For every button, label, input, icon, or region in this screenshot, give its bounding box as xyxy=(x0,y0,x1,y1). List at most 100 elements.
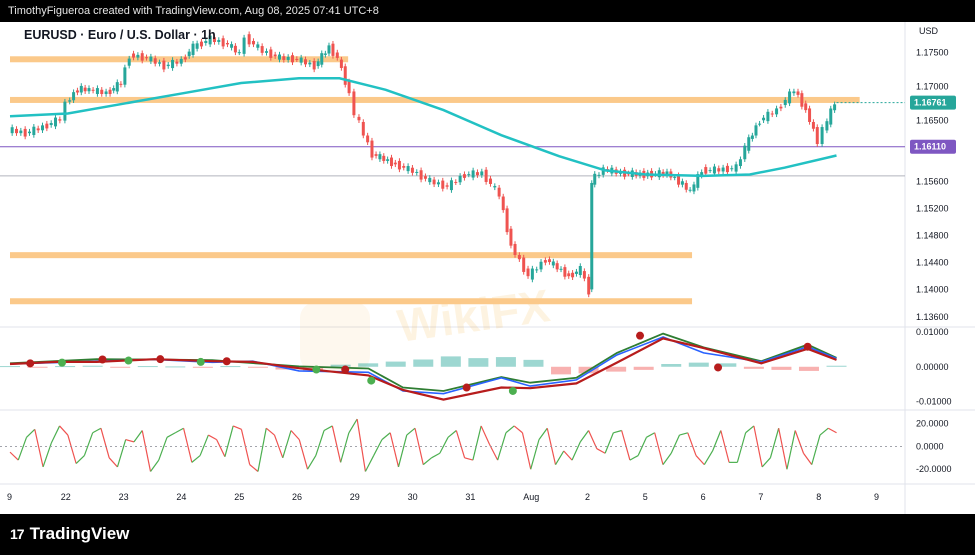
candle-body xyxy=(63,101,67,121)
candle-body xyxy=(347,81,351,94)
macd-histogram-bar xyxy=(137,366,158,368)
candle-body xyxy=(501,196,505,211)
candle-body xyxy=(195,43,199,49)
macd-histogram-bar xyxy=(743,366,764,369)
candle-body xyxy=(415,171,419,173)
candle-body xyxy=(87,88,91,92)
time-tick-label: 31 xyxy=(465,492,475,502)
candle-body xyxy=(762,117,766,121)
candle-body xyxy=(811,121,815,129)
candle-body xyxy=(28,131,32,134)
candle-body xyxy=(260,46,264,53)
time-tick-label: 6 xyxy=(701,492,706,502)
candle-body xyxy=(559,268,563,270)
candle-body xyxy=(712,166,716,174)
time-tick-label: 5 xyxy=(643,492,648,502)
time-tick-label: 8 xyxy=(816,492,821,502)
candle-body xyxy=(171,59,175,69)
candle-body xyxy=(754,125,758,136)
candle-body xyxy=(299,57,303,63)
candle-body xyxy=(829,108,833,125)
tradingview-logo[interactable]: 17 TradingView xyxy=(10,524,129,544)
macd-cross-marker xyxy=(26,359,35,368)
candle-body xyxy=(692,184,696,192)
time-tick-label: 9 xyxy=(874,492,879,502)
candle-body xyxy=(304,59,308,65)
candle-body xyxy=(493,186,497,188)
macd-histogram-bar xyxy=(798,366,819,371)
candle-body xyxy=(471,170,475,178)
candle-body xyxy=(551,261,555,266)
candle-body xyxy=(475,172,479,176)
candle-body xyxy=(721,167,725,172)
candle-body xyxy=(563,267,567,277)
candle-body xyxy=(331,43,335,56)
candle-body xyxy=(191,43,195,55)
candle-body xyxy=(58,119,62,121)
candle-body xyxy=(804,103,808,111)
macd-cross-marker xyxy=(803,342,812,351)
candle-body xyxy=(597,174,601,176)
candle-body xyxy=(352,91,356,116)
macd-cross-marker xyxy=(156,355,165,364)
macd-histogram-bar xyxy=(0,366,20,368)
candle-body xyxy=(820,127,824,144)
candle-body xyxy=(522,257,526,272)
candle-body xyxy=(800,93,804,107)
candle-body xyxy=(505,208,509,233)
macd-histogram-bar xyxy=(413,359,434,367)
candle-body xyxy=(112,88,116,91)
candle-body xyxy=(517,254,521,260)
candle-body xyxy=(175,61,179,64)
price-tick-label: 1.17000 xyxy=(916,81,949,91)
candle-body xyxy=(441,180,445,189)
candle-body xyxy=(680,181,684,185)
candle-body xyxy=(162,60,166,70)
candle-body xyxy=(251,40,255,45)
candle-body xyxy=(808,108,812,122)
macd-histogram-bar xyxy=(495,357,516,367)
macd-histogram-bar xyxy=(82,365,103,367)
candle-body xyxy=(233,45,237,53)
candle-body xyxy=(445,185,449,187)
chart-svg[interactable]: WikiFX1.175001.170001.165001.156001.1520… xyxy=(0,22,975,514)
macd-cross-marker xyxy=(714,363,723,372)
chart-area[interactable]: WikiFX 1.17500 1.17000 1.16500 1.15600 1.1520… xyxy=(0,22,975,514)
macd-cross-marker xyxy=(98,355,107,364)
candle-body xyxy=(136,54,140,58)
candle-body xyxy=(449,180,453,191)
macd-cross-marker xyxy=(196,357,205,366)
candle-body xyxy=(199,41,203,47)
candle-body xyxy=(458,175,462,183)
candle-body xyxy=(41,125,45,131)
candle-body xyxy=(15,128,19,134)
macd-histogram-bar xyxy=(661,364,682,367)
candle-body xyxy=(783,99,787,106)
candle-body xyxy=(286,56,290,60)
current-price-label: 1.16761 xyxy=(914,98,947,108)
candle-body xyxy=(357,116,361,121)
candle-body xyxy=(282,56,286,60)
candle-body xyxy=(316,61,320,67)
time-tick-label: 23 xyxy=(119,492,129,502)
support-resistance-zone xyxy=(10,298,693,305)
candle-body xyxy=(49,122,53,126)
price-tick-label: 1.13600 xyxy=(916,312,949,322)
candle-body xyxy=(428,177,432,183)
macd-histogram-bar xyxy=(110,366,131,368)
candle-body xyxy=(132,53,136,58)
candle-body xyxy=(543,260,547,263)
candle-body xyxy=(734,164,738,172)
macd-cross-marker xyxy=(312,365,321,374)
price-tick-label: 1.14400 xyxy=(916,258,949,268)
candle-body xyxy=(183,57,187,60)
candle-body xyxy=(149,56,153,62)
candle-body xyxy=(571,272,575,278)
candle-body xyxy=(770,113,774,115)
candle-body xyxy=(389,157,393,167)
time-tick-label: 22 xyxy=(61,492,71,502)
candle-body xyxy=(815,127,819,144)
candle-body xyxy=(673,176,677,178)
macd-histogram-bar xyxy=(55,366,76,368)
candle-body xyxy=(730,168,734,170)
